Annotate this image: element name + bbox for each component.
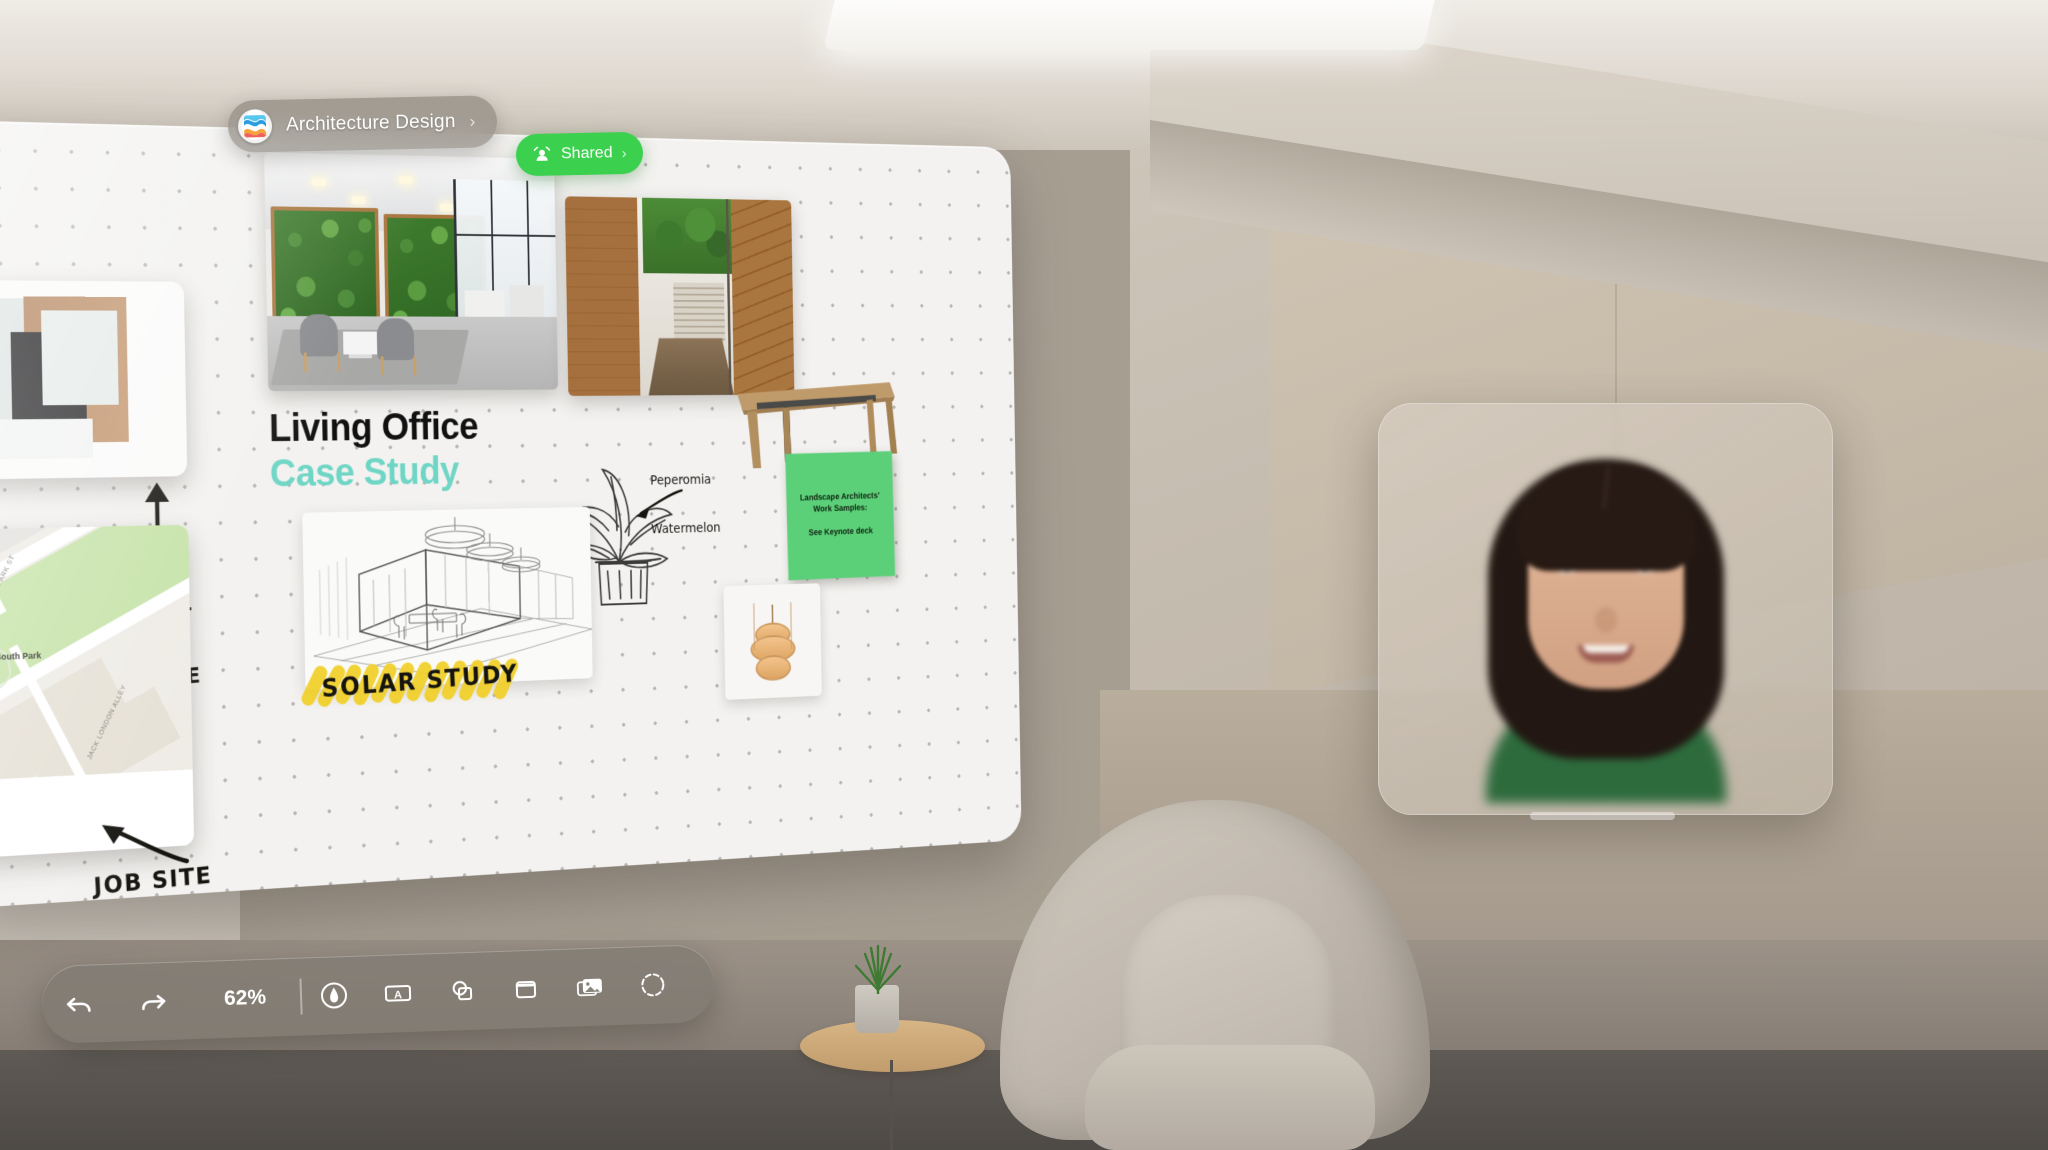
walkway-planting xyxy=(641,197,732,274)
peperomia-arrow-icon xyxy=(627,485,686,519)
office-chair-1 xyxy=(299,314,339,357)
succulent-plant-icon xyxy=(854,944,902,994)
zoom-level-button[interactable]: 62% xyxy=(190,985,301,1013)
map-pin-label: South Park xyxy=(0,650,42,662)
walkway-stairs xyxy=(673,282,725,342)
exterior-walkway-photo[interactable] xyxy=(564,196,795,396)
sticky-note[interactable]: Landscape Architects’ Work Samples: See … xyxy=(785,451,896,581)
shared-chevron-icon[interactable]: › xyxy=(621,145,626,162)
office-chair-2 xyxy=(376,318,415,361)
rattan-lamp xyxy=(747,602,800,684)
wood-cladding-right xyxy=(730,199,795,395)
office-interior-photo[interactable] xyxy=(264,152,559,392)
round-side-table xyxy=(800,1020,990,1150)
shared-label: Shared xyxy=(560,144,613,163)
heading-line-1: Living Office xyxy=(268,405,479,450)
photos-stack-icon xyxy=(576,978,602,997)
facetime-persona-window[interactable] xyxy=(1378,403,1833,815)
map-canvas[interactable]: TABER PL SOUTH PARK ST SOUTH PARK ST JAC… xyxy=(0,524,195,822)
text-box-a-icon: A xyxy=(384,985,411,1002)
shapes-icon xyxy=(452,981,472,1001)
freeform-canvas[interactable]: Living Office Case Study Peperomia Water… xyxy=(0,119,1022,910)
persona-avatar xyxy=(1456,437,1756,804)
chevron-right-icon[interactable]: › xyxy=(469,112,475,132)
window-grabber-bar[interactable] xyxy=(1530,812,1675,820)
skylight xyxy=(823,0,1437,50)
office-side-table xyxy=(343,331,378,355)
redo-arrow-icon xyxy=(142,994,166,1011)
undo-button[interactable] xyxy=(42,988,117,1020)
window-title-text: Architecture Design xyxy=(285,111,456,136)
freeform-app-icon xyxy=(237,108,273,144)
sticky-note-icon xyxy=(515,980,536,999)
shareplay-person-icon xyxy=(533,146,551,161)
heading-line-2: Case Study xyxy=(269,450,460,496)
wood-cladding-left xyxy=(564,196,643,396)
dashed-circle-icon xyxy=(640,973,664,997)
svg-text:A: A xyxy=(393,989,401,1001)
board-heading: Living Office Case Study xyxy=(269,406,480,496)
shapes-tool-button[interactable] xyxy=(429,975,494,1007)
shared-status-pill[interactable]: Shared › xyxy=(515,131,644,177)
womb-armchair xyxy=(1000,800,1440,1150)
chair-seat-cushion xyxy=(1085,1045,1375,1150)
living-green-wall-left xyxy=(270,206,381,332)
table-leg xyxy=(890,1060,893,1150)
more-tool-button[interactable] xyxy=(621,970,684,1000)
rattan-pendant-lamp-photo[interactable] xyxy=(723,583,822,700)
pen-in-circle-icon xyxy=(320,982,347,1009)
walkway-boardwalk xyxy=(648,338,735,396)
sticky-line-2: Work Samples: xyxy=(813,502,868,515)
pen-tool-button[interactable] xyxy=(301,979,366,1011)
text-tool-button[interactable]: A xyxy=(365,977,430,1009)
window-title-pill[interactable]: Architecture Design › xyxy=(227,95,498,153)
undo-arrow-icon xyxy=(66,997,91,1012)
sticky-note-tool-button[interactable] xyxy=(493,973,558,1005)
media-tool-button[interactable] xyxy=(557,971,622,1003)
material-palette-card[interactable] xyxy=(0,279,188,482)
screen-root: Living Office Case Study Peperomia Water… xyxy=(0,0,2048,1150)
redo-button[interactable] xyxy=(116,985,191,1017)
sticky-line-3: See Keynote deck xyxy=(808,526,874,539)
